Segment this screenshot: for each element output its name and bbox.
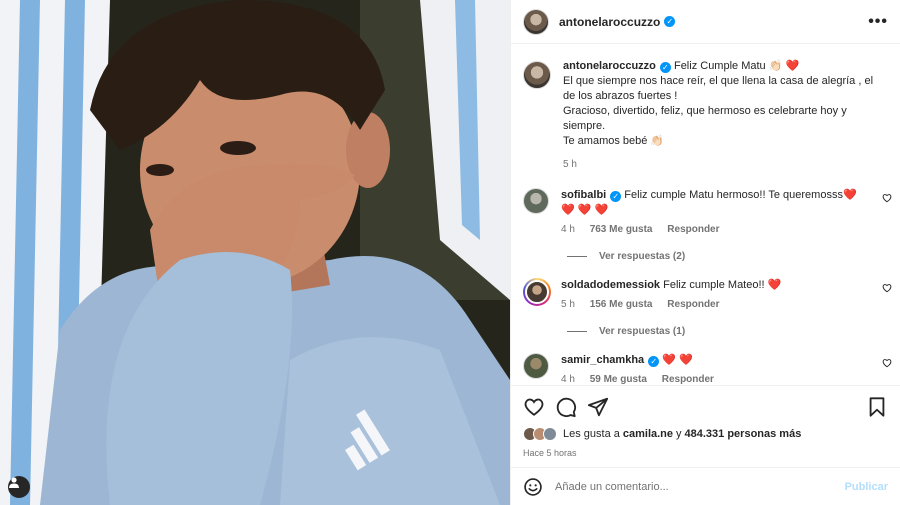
likes-prefix: Les gusta a [563,428,620,440]
liker-avatar [543,427,557,441]
tagged-user-button[interactable] [8,476,30,498]
comment-text: Feliz cumple Mateo!! ❤️ [663,279,782,291]
commenter-username[interactable]: sofibalbi [561,189,606,201]
like-comment-heart-icon[interactable] [882,358,892,368]
post-side-panel: antonelaroccuzzo ✓ ••• antonelaroccuzzo ✓… [510,0,900,505]
view-replies-button[interactable]: Ver respuestas (1) [567,326,900,337]
comment-likes[interactable]: 156 Me gusta [590,299,653,310]
replies-divider [567,331,587,332]
caption-text-line3: Gracioso, divertido, feliz, que hermoso … [563,105,847,132]
liker-username[interactable]: camila.ne [623,428,673,440]
liker-avatars [523,427,557,441]
comment-item: samir_chamkha ✓ ❤️ ❤️ 4 h 59 Me gusta Res… [511,353,900,385]
emoji-icon[interactable] [523,477,543,497]
post-modal: antonelaroccuzzo ✓ ••• antonelaroccuzzo ✓… [0,0,900,505]
comment-composer: Publicar [511,467,900,505]
comment-item: soldadodemessiok Feliz cumple Mateo!! ❤️… [511,278,900,312]
verified-badge-icon: ✓ [648,356,660,367]
view-replies-label: Ver respuestas (1) [599,326,686,337]
photo-illustration [0,0,510,505]
comment-time: 4 h [561,224,575,235]
verified-badge-icon: ✓ [610,191,622,202]
post-image[interactable] [0,0,510,505]
likes-summary[interactable]: Les gusta a camila.ne y 484.331 personas… [523,427,888,441]
commenter-avatar[interactable] [523,188,549,214]
verified-badge-icon: ✓ [659,62,671,73]
post-caption: antonelaroccuzzo ✓ Feliz Cumple Matu 👏🏻 ❤… [511,45,900,172]
caption-time: 5 h [563,159,577,170]
comment-item: sofibalbi ✓ Feliz cumple Matu hermoso!! T… [511,188,900,237]
likes-mid: y [676,428,682,440]
comments-list[interactable]: antonelaroccuzzo ✓ Feliz Cumple Matu 👏🏻 ❤… [511,45,900,385]
reply-button[interactable]: Responder [662,374,714,385]
person-icon [9,477,19,488]
post-header: antonelaroccuzzo ✓ ••• [511,0,900,44]
commenter-avatar[interactable] [523,353,549,379]
commenter-avatar [525,280,549,304]
view-replies-button[interactable]: Ver respuestas (2) [567,251,900,262]
caption-text-line2: El que siempre nos hace reír, el que lle… [563,75,874,102]
bookmark-icon[interactable] [866,396,888,418]
comment-likes[interactable]: 59 Me gusta [590,374,647,385]
view-replies-label: Ver respuestas (2) [599,251,686,262]
author-avatar[interactable] [523,8,549,35]
comment-input[interactable] [555,480,845,493]
like-comment-heart-icon[interactable] [882,193,892,203]
reply-button[interactable]: Responder [667,299,719,310]
comment-time: 5 h [561,299,575,310]
caption-author[interactable]: antonelaroccuzzo [563,60,656,72]
caption-text-line4: Te amamos bebé 👏🏻 [563,135,665,147]
commenter-username[interactable]: samir_chamkha [561,354,644,366]
comment-bubble-icon[interactable] [555,396,577,418]
reply-button[interactable]: Responder [667,224,719,235]
like-comment-heart-icon[interactable] [882,283,892,293]
caption-author-avatar[interactable] [523,61,551,89]
caption-text-line1: Feliz Cumple Matu 👏🏻 ❤️ [673,60,800,72]
more-options-icon[interactable]: ••• [868,13,888,31]
commenter-username[interactable]: soldadodemessiok [561,279,660,291]
comment-likes[interactable]: 763 Me gusta [590,224,653,235]
share-send-icon[interactable] [587,396,609,418]
post-actions: Les gusta a camila.ne y 484.331 personas… [511,385,900,458]
story-ring[interactable] [523,278,551,306]
replies-divider [567,256,587,257]
comment-time: 4 h [561,374,575,385]
likes-count[interactable]: 484.331 personas más [685,428,802,440]
author-username[interactable]: antonelaroccuzzo [559,15,660,29]
publish-button[interactable]: Publicar [845,481,888,493]
verified-badge-icon: ✓ [664,16,676,27]
post-time-ago: Hace 5 horas [523,448,577,458]
comment-text: ❤️ ❤️ [662,354,693,366]
like-heart-icon[interactable] [523,396,545,418]
